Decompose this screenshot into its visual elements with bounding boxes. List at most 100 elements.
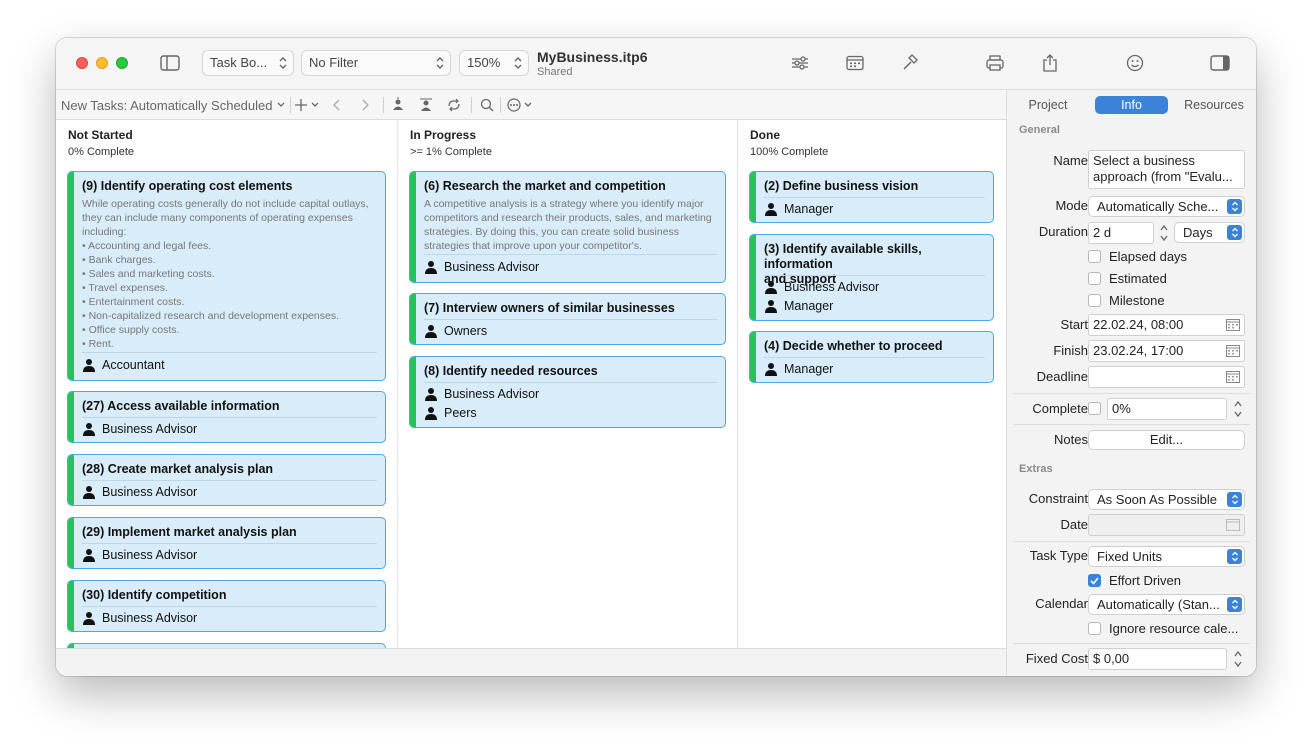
ignore-resource-calendar-checkbox[interactable]: Ignore resource cale...	[1088, 621, 1238, 636]
status-bar	[68, 392, 74, 442]
calendar-icon[interactable]	[1226, 319, 1240, 331]
filter-popup[interactable]: No Filter	[301, 50, 451, 76]
resource-name: Manager	[784, 299, 834, 313]
search-button[interactable]	[480, 96, 494, 114]
estimated-checkbox[interactable]: Estimated	[1088, 271, 1167, 286]
name-field-line: approach (from "Evalu...	[1093, 169, 1233, 184]
task-card-8[interactable]: (8) Identify needed resources Business A…	[409, 356, 726, 428]
start-value: 22.02.24, 08:00	[1093, 317, 1184, 332]
task-type-select[interactable]: Fixed Units	[1088, 546, 1245, 567]
milestone-checkbox[interactable]: Milestone	[1088, 293, 1165, 308]
zoom-popup-label: 150%	[467, 55, 501, 70]
task-card-7[interactable]: (7) Interview owners of similar business…	[409, 293, 726, 345]
complete-stepper[interactable]	[1232, 398, 1244, 420]
sliders-icon[interactable]	[787, 52, 813, 74]
start-field[interactable]: 22.02.24, 08:00	[1088, 314, 1245, 336]
add-task-button[interactable]	[294, 96, 320, 114]
print-icon[interactable]	[982, 52, 1008, 74]
title-bar: Task Bo... No Filter 150% MyBusiness.itp…	[56, 38, 1256, 90]
resource-row: Business Advisor	[424, 259, 539, 275]
tab-project[interactable]: Project	[1013, 96, 1083, 114]
hammer-icon[interactable]	[897, 52, 923, 74]
task-card-30[interactable]: (30) Identify competition Business Advis…	[67, 580, 386, 632]
card-divider	[424, 319, 717, 320]
deadline-field[interactable]	[1088, 366, 1245, 388]
constraint-select[interactable]: As Soon As Possible	[1088, 489, 1245, 510]
card-divider	[424, 382, 717, 383]
minimize-window-button[interactable]	[96, 57, 108, 69]
task-card-3[interactable]: (3) Identify available skills, informati…	[749, 234, 994, 321]
effort-driven-checkbox[interactable]: Effort Driven	[1088, 573, 1181, 588]
resource-name: Business Advisor	[102, 548, 198, 562]
calendar-view-icon[interactable]	[842, 52, 868, 74]
task-card-27[interactable]: (27) Access available information Busine…	[67, 391, 386, 443]
finish-label: Finish	[1053, 343, 1088, 358]
mode-select[interactable]: Automatically Sche...	[1088, 196, 1245, 217]
column-subtitle: 100% Complete	[750, 146, 829, 158]
next-button[interactable]	[360, 96, 370, 114]
card-divider	[424, 254, 717, 255]
indent-button[interactable]	[418, 96, 434, 114]
notes-edit-button[interactable]: Edit...	[1088, 430, 1245, 450]
checkbox-box	[1088, 250, 1101, 263]
name-label: Name	[1053, 153, 1088, 168]
finish-value: 23.02.24, 17:00	[1093, 343, 1184, 358]
task-card-29[interactable]: (29) Implement market analysis plan Busi…	[67, 517, 386, 569]
task-title: (8) Identify needed resources	[424, 364, 598, 378]
close-window-button[interactable]	[76, 57, 88, 69]
fixed-cost-stepper[interactable]	[1232, 648, 1244, 670]
task-card-2[interactable]: (2) Define business vision Manager	[749, 171, 994, 223]
task-card-4[interactable]: (4) Decide whether to proceed Manager	[749, 331, 994, 383]
task-card-6[interactable]: (6) Research the market and competition …	[409, 171, 726, 283]
more-actions-button[interactable]	[507, 96, 533, 114]
milestone-label: Milestone	[1109, 293, 1165, 308]
tab-info[interactable]: Info	[1095, 96, 1168, 114]
calendar-select[interactable]: Automatically (Stan...	[1088, 594, 1245, 615]
share-icon[interactable]	[1037, 52, 1063, 74]
name-field-line: Select a business	[1093, 153, 1195, 168]
task-title: (30) Identify competition	[82, 588, 227, 602]
zoom-popup[interactable]: 150%	[459, 50, 529, 76]
person-icon	[425, 388, 437, 401]
person-icon	[83, 612, 95, 625]
inspector-toggle-icon[interactable]	[1207, 52, 1233, 74]
updown-chevron-icon	[1227, 225, 1242, 240]
finish-field[interactable]: 23.02.24, 17:00	[1088, 340, 1245, 362]
resource-row: Business Advisor	[424, 386, 539, 402]
new-tasks-mode-menu[interactable]: New Tasks: Automatically Scheduled	[61, 96, 286, 114]
duration-stepper[interactable]	[1158, 222, 1170, 244]
sidebar-toggle-icon[interactable]	[157, 52, 183, 74]
resource-row: Manager	[764, 361, 833, 377]
person-icon	[425, 261, 437, 274]
fixed-cost-field[interactable]: $ 0,00	[1088, 648, 1227, 670]
card-divider	[764, 197, 985, 198]
view-popup[interactable]: Task Bo...	[202, 50, 294, 76]
checkbox-box	[1088, 574, 1101, 587]
ignore-resource-calendar-label: Ignore resource cale...	[1109, 621, 1239, 636]
link-tasks-button[interactable]	[446, 96, 462, 114]
status-bar	[410, 172, 416, 282]
task-title: (4) Decide whether to proceed	[764, 339, 943, 353]
filter-popup-label: No Filter	[309, 55, 359, 70]
task-card-28[interactable]: (28) Create market analysis plan Busines…	[67, 454, 386, 506]
smiley-icon[interactable]	[1122, 52, 1148, 74]
previous-button[interactable]	[332, 96, 342, 114]
duration-field[interactable]: 2 d	[1088, 222, 1154, 244]
calendar-icon[interactable]	[1226, 345, 1240, 357]
name-field[interactable]: Select a business approach (from "Evalu.…	[1088, 150, 1245, 189]
status-bar	[68, 518, 74, 568]
calendar-icon[interactable]	[1226, 371, 1240, 383]
task-card-9[interactable]: (9) Identify operating cost elements Whi…	[67, 171, 386, 381]
elapsed-days-checkbox[interactable]: Elapsed days	[1088, 249, 1187, 264]
zoom-window-button[interactable]	[116, 57, 128, 69]
chevron-down-icon	[524, 102, 532, 107]
person-icon	[83, 359, 95, 372]
task-description: A competitive analysis is a strategy whe…	[424, 197, 715, 253]
section-extras: Extras	[1019, 463, 1053, 475]
tab-resources[interactable]: Resources	[1177, 96, 1251, 114]
complete-checkbox[interactable]	[1088, 402, 1109, 415]
outdent-button[interactable]	[390, 96, 406, 114]
duration-unit-select[interactable]: Days	[1174, 222, 1245, 243]
description-line: competitors and research their products,…	[424, 212, 712, 224]
complete-field[interactable]: 0%	[1107, 398, 1227, 420]
